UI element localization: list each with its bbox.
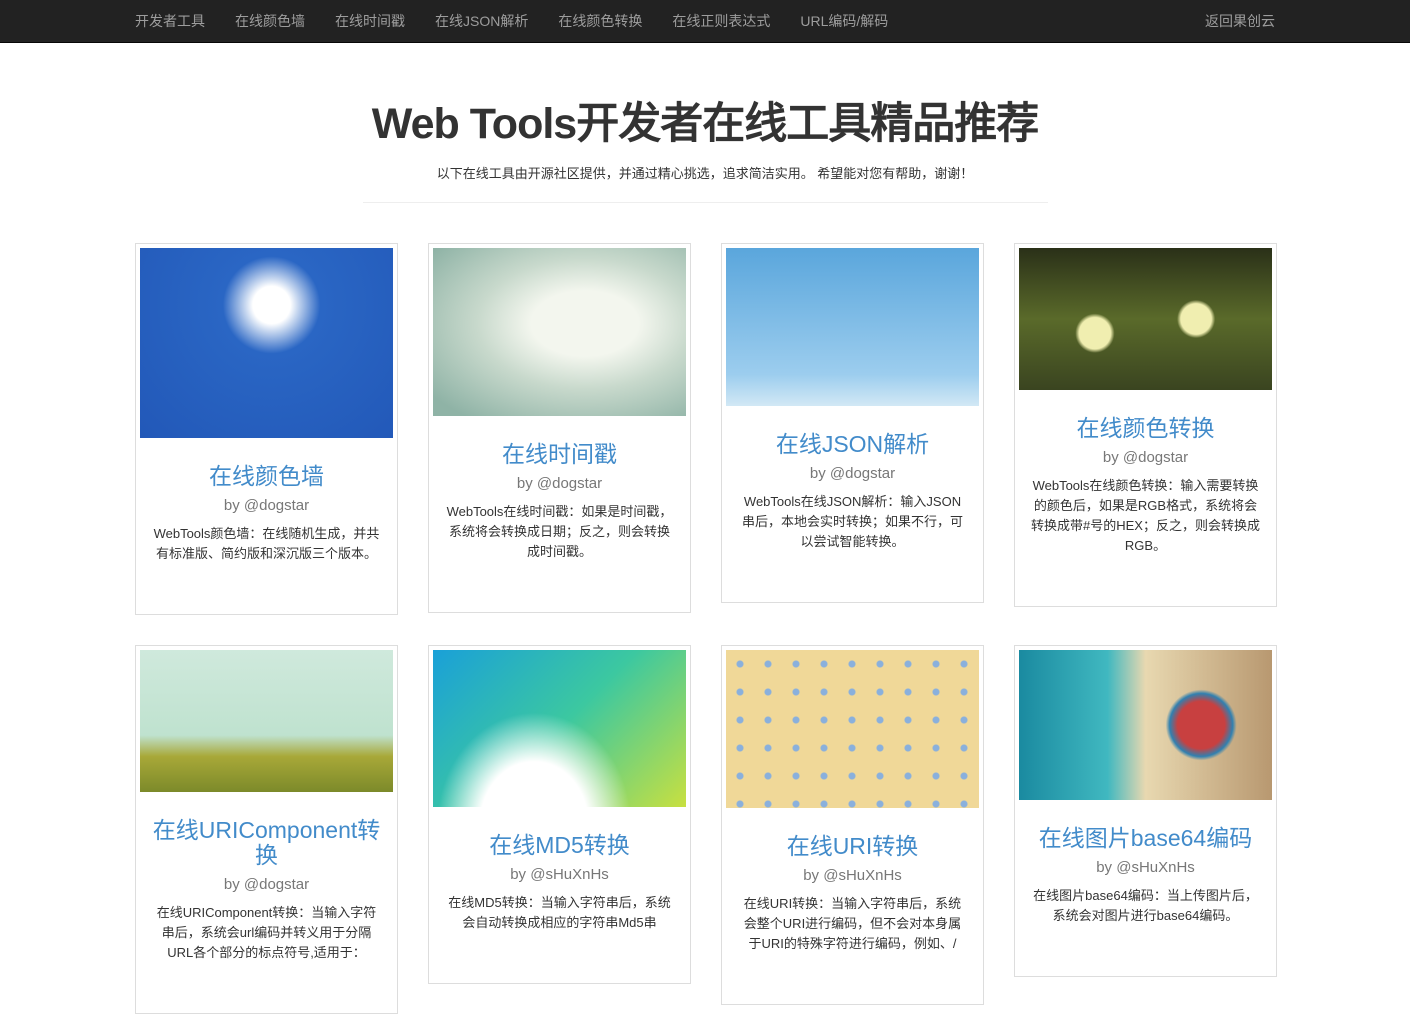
page-subtitle: 以下在线工具由开源社区提供，并通过精心挑选，追求简洁实用。 希望能对您有帮助，谢… [0,163,1410,182]
card-author: by @dogstar [140,876,393,893]
card-desc: WebTools在线颜色转换：输入需要转换的颜色后，如果是RGB格式，系统将会转… [1031,476,1260,556]
card-desc: WebTools在线时间戳：如果是时间戳，系统将会转换成日期；反之，则会转换成时… [445,502,674,562]
card-author: by @dogstar [433,475,686,492]
card-desc: 在线图片base64编码：当上传图片后，系统会对图片进行base64编码。 [1031,886,1260,926]
top-navbar: 开发者工具 在线颜色墙 在线时间戳 在线JSON解析 在线颜色转换 在线正则表达… [0,0,1410,43]
card-title[interactable]: 在线颜色墙 [140,464,393,489]
card-desc: WebTools在线JSON解析：输入JSON串后，本地会实时转换；如果不行，可… [738,492,967,552]
tool-card[interactable]: 在线JSON解析 by @dogstar WebTools在线JSON解析：输入JS… [721,243,984,603]
tool-card[interactable]: 在线URI转换 by @sHuXnHs 在线URI转换：当输入字符串后，系统会整个U… [721,645,984,1005]
nav-back-link[interactable]: 返回果创云 [1205,11,1275,31]
hero: Web Tools开发者在线工具精品推荐 以下在线工具由开源社区提供，并通过精心… [0,43,1410,203]
nav-color-wall[interactable]: 在线颜色墙 [235,11,305,31]
page-title: Web Tools开发者在线工具精品推荐 [0,89,1410,151]
card-image[interactable] [140,650,393,792]
nav-color-convert[interactable]: 在线颜色转换 [558,11,642,31]
nav-url-encode[interactable]: URL编码/解码 [800,11,888,31]
card-image[interactable] [433,650,686,807]
card-author: by @sHuXnHs [433,866,686,883]
card-title[interactable]: 在线JSON解析 [726,432,979,457]
tool-card[interactable]: 在线MD5转换 by @sHuXnHs 在线MD5转换：当输入字符串后，系统会自动转… [428,645,691,984]
card-author: by @sHuXnHs [1019,859,1272,876]
nav-timestamp[interactable]: 在线时间戳 [335,11,405,31]
card-title[interactable]: 在线MD5转换 [433,833,686,858]
card-title[interactable]: 在线图片base64编码 [1019,826,1272,851]
card-title[interactable]: 在线时间戳 [433,442,686,467]
card-author: by @dogstar [1019,449,1272,466]
card-desc: 在线URIComponent转换：当输入字符串后，系统会url编码并转义用于分隔… [152,903,381,963]
card-author: by @dogstar [140,497,393,514]
tool-card[interactable]: 在线图片base64编码 by @sHuXnHs 在线图片base64编码：当上传图… [1014,645,1277,977]
card-title[interactable]: 在线颜色转换 [1019,416,1272,441]
tool-card[interactable]: 在线URIComponent转换 by @dogstar 在线URIComponen… [135,645,398,1014]
nav-regex[interactable]: 在线正则表达式 [672,11,770,31]
card-title[interactable]: 在线URI转换 [726,834,979,859]
card-image[interactable] [726,650,979,808]
card-author: by @sHuXnHs [726,867,979,884]
card-image[interactable] [433,248,686,416]
tool-card[interactable]: 在线时间戳 by @dogstar WebTools在线时间戳：如果是时间戳，系统将… [428,243,691,613]
card-image[interactable] [726,248,979,406]
card-author: by @dogstar [726,465,979,482]
card-image[interactable] [1019,248,1272,390]
card-desc: WebTools颜色墙：在线随机生成，并共有标准版、简约版和深沉版三个版本。 [152,524,381,564]
card-desc: 在线URI转换：当输入字符串后，系统会整个URI进行编码，但不会对本身属于URI… [738,894,967,954]
nav-json[interactable]: 在线JSON解析 [435,11,528,31]
card-desc: 在线MD5转换：当输入字符串后，系统会自动转换成相应的字符串Md5串 [445,893,674,933]
tool-card[interactable]: 在线颜色转换 by @dogstar WebTools在线颜色转换：输入需要转换的颜… [1014,243,1277,607]
card-title[interactable]: 在线URIComponent转换 [140,818,393,868]
tool-card[interactable]: 在线颜色墙 by @dogstar WebTools颜色墙：在线随机生成，并共有标准… [135,243,398,615]
card-image[interactable] [140,248,393,438]
brand-link[interactable]: 开发者工具 [135,11,205,31]
card-image[interactable] [1019,650,1272,800]
tool-grid: 在线颜色墙 by @dogstar WebTools颜色墙：在线随机生成，并共有标准… [0,203,1410,1014]
